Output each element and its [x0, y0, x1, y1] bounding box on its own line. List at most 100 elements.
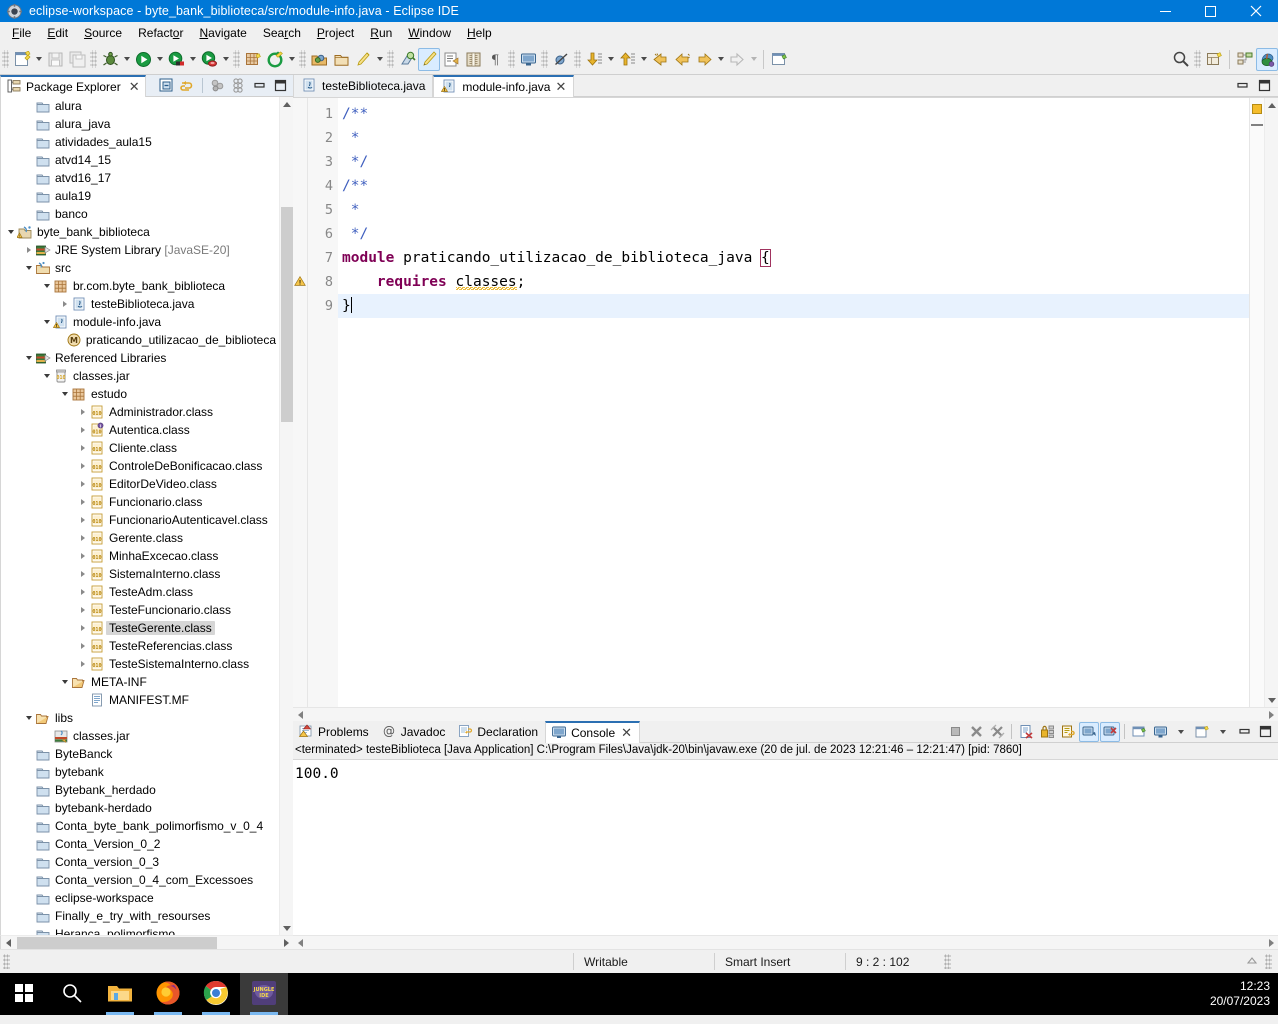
- code-line[interactable]: */: [338, 150, 1249, 174]
- back-icon[interactable]: [671, 48, 693, 71]
- tree-item[interactable]: banco: [1, 205, 279, 223]
- tree-item[interactable]: Mpraticando_utilizacao_de_biblioteca: [1, 331, 279, 349]
- editor-vertical-scrollbar[interactable]: [1264, 98, 1278, 707]
- taskbar-eclipse-ide[interactable]: JUNGLE IDE: [240, 973, 288, 1015]
- scroll-left-icon[interactable]: [1, 936, 15, 950]
- save-all-icon[interactable]: [66, 48, 88, 71]
- chevron-right-icon[interactable]: [77, 547, 88, 565]
- menu-source[interactable]: Source: [76, 23, 130, 43]
- chevron-down-icon[interactable]: [23, 349, 34, 367]
- back-history-dropdown[interactable]: [748, 48, 759, 71]
- next-annotation-icon[interactable]: [583, 48, 605, 71]
- view-menu-icon[interactable]: [208, 76, 227, 95]
- source-editor[interactable]: ! 1 2 3 4 5 6 7 8 9 /** * */ /** * */ module prati…: [293, 97, 1278, 707]
- editor-code-area[interactable]: /** * */ /** * */ module praticando_utiliz…: [338, 98, 1249, 707]
- tree-item[interactable]: 010 TesteSistemaInterno.class: [1, 655, 279, 673]
- skip-breakpoints-icon[interactable]: [550, 48, 572, 71]
- console-tab[interactable]: Declaration: [452, 721, 546, 743]
- maximize-icon[interactable]: [1255, 722, 1275, 742]
- chevron-right-icon[interactable]: [77, 655, 88, 673]
- console-output[interactable]: 100.0: [293, 760, 1278, 935]
- run-dropdown[interactable]: [154, 48, 165, 71]
- tree-item[interactable]: 010 Gerente.class: [1, 529, 279, 547]
- tree-item[interactable]: 010 I Autentica.class: [1, 421, 279, 439]
- scroll-up-icon[interactable]: [1265, 98, 1278, 112]
- menu-run[interactable]: Run: [362, 23, 400, 43]
- tree-item[interactable]: aula19: [1, 187, 279, 205]
- toolbar-grip[interactable]: [299, 50, 306, 68]
- chevron-right-icon[interactable]: [77, 403, 88, 421]
- save-icon[interactable]: [44, 48, 66, 71]
- tree-item[interactable]: br.com.byte_bank_biblioteca: [1, 277, 279, 295]
- tree-item[interactable]: eclipse-workspace: [1, 889, 279, 907]
- tree-item[interactable]: JRE System Library [JavaSE-20]: [1, 241, 279, 259]
- taskbar-file-explorer[interactable]: [96, 973, 144, 1015]
- new-wizard-dropdown[interactable]: [33, 48, 44, 71]
- tree-item[interactable]: libs: [1, 709, 279, 727]
- tree-item[interactable]: 010 MinhaExcecao.class: [1, 547, 279, 565]
- menu-edit[interactable]: Edit: [39, 23, 76, 43]
- toolbar-grip[interactable]: [2, 50, 9, 68]
- tree-item[interactable]: 010 TesteAdm.class: [1, 583, 279, 601]
- taskbar-firefox[interactable]: [144, 973, 192, 1015]
- code-line[interactable]: */: [338, 222, 1249, 246]
- tree-item[interactable]: 010 Funcionario.class: [1, 493, 279, 511]
- minimize-icon[interactable]: [250, 76, 269, 95]
- tree-horizontal-scrollbar[interactable]: [0, 935, 293, 949]
- code-line[interactable]: module praticando_utilizacao_de_bibliote…: [338, 246, 1249, 270]
- close-button[interactable]: [1233, 0, 1278, 22]
- pin-console-icon[interactable]: [1079, 721, 1099, 742]
- show-whitespace-icon[interactable]: [440, 48, 462, 71]
- chevron-right-icon[interactable]: [77, 601, 88, 619]
- tree-item[interactable]: MANIFEST.MF: [1, 691, 279, 709]
- remove-launch-icon[interactable]: [966, 722, 986, 742]
- java-browsing-perspective-icon[interactable]: [1234, 48, 1256, 71]
- toolbar-grip[interactable]: [508, 50, 515, 68]
- tree-item[interactable]: 010 TesteReferencias.class: [1, 637, 279, 655]
- menu-navigate[interactable]: Navigate: [191, 23, 254, 43]
- tree-item[interactable]: 010 Cliente.class: [1, 439, 279, 457]
- mark-occurrences-dropdown[interactable]: [374, 48, 385, 71]
- tree-item[interactable]: classes.jar: [1, 727, 279, 745]
- tree-item[interactable]: alura: [1, 97, 279, 115]
- scroll-right-icon[interactable]: [279, 936, 293, 950]
- tree-item[interactable]: META-INF: [1, 673, 279, 691]
- chevron-right-icon[interactable]: [77, 583, 88, 601]
- editor-overview-ruler[interactable]: [1249, 98, 1264, 707]
- new-java-class-icon[interactable]: [418, 47, 440, 71]
- tree-item[interactable]: 010 TesteGerente.class: [1, 619, 279, 637]
- tree-item[interactable]: atvd14_15: [1, 151, 279, 169]
- menu-help[interactable]: Help: [459, 23, 500, 43]
- tree-item[interactable]: bytebank-herdado: [1, 799, 279, 817]
- debug-icon[interactable]: [99, 48, 121, 71]
- toolbar-grip[interactable]: [541, 50, 548, 68]
- code-line[interactable]: *: [338, 126, 1249, 150]
- close-icon[interactable]: ✕: [621, 725, 632, 741]
- paragraph-icon[interactable]: ¶: [484, 48, 506, 71]
- tree-item[interactable]: Conta_version_0_4_com_Excessoes: [1, 871, 279, 889]
- chevron-down-icon[interactable]: [23, 259, 34, 277]
- console-tab[interactable]: Console ✕: [545, 721, 641, 743]
- scroll-right-icon[interactable]: [1264, 708, 1278, 722]
- chevron-down-icon[interactable]: [41, 367, 52, 385]
- scroll-down-icon[interactable]: [280, 921, 293, 935]
- scroll-thumb[interactable]: [281, 207, 293, 422]
- chevron-down-icon[interactable]: [5, 223, 16, 241]
- next-annotation-dropdown[interactable]: [605, 48, 616, 71]
- last-edit-location-icon[interactable]: [649, 48, 671, 71]
- coverage-dropdown[interactable]: [187, 48, 198, 71]
- filters-icon[interactable]: [229, 76, 248, 95]
- search-declaration-icon[interactable]: [396, 48, 418, 71]
- tree-item[interactable]: alura_java: [1, 115, 279, 133]
- new-console-dropdown[interactable]: [1213, 722, 1233, 742]
- new-perspective-icon[interactable]: [1203, 48, 1225, 71]
- chevron-right-icon[interactable]: [77, 421, 88, 439]
- scroll-right-icon[interactable]: [1264, 936, 1278, 950]
- menu-window[interactable]: Window: [400, 23, 459, 43]
- scroll-up-icon[interactable]: [280, 97, 293, 111]
- chevron-down-icon[interactable]: [59, 673, 70, 691]
- tree-item[interactable]: atvd16_17: [1, 169, 279, 187]
- tree-item[interactable]: atividades_aula15: [1, 133, 279, 151]
- previous-annotation-icon[interactable]: [616, 48, 638, 71]
- chevron-right-icon[interactable]: [77, 565, 88, 583]
